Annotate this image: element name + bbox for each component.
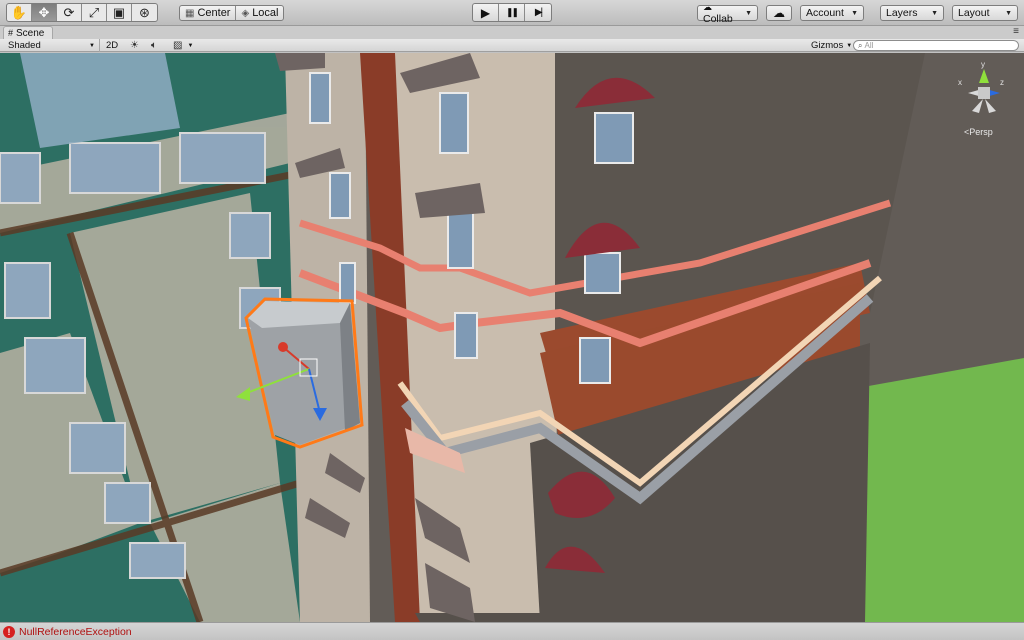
lighting-toggle[interactable]: ☀: [130, 39, 139, 52]
play-button[interactable]: ▶: [473, 4, 499, 21]
pivot-center-label: Center: [197, 7, 231, 19]
collab-dropdown[interactable]: ☁ Collab ▼: [697, 2, 758, 25]
account-dropdown[interactable]: Account ▼: [800, 5, 864, 21]
layers-dropdown[interactable]: Layers ▼: [880, 5, 944, 21]
step-button[interactable]: ▶|: [525, 4, 551, 21]
chevron-down-icon: ▼: [745, 9, 752, 17]
chevron-down-icon: ▼: [851, 9, 858, 17]
rotate-tool-button[interactable]: ⟳: [57, 4, 82, 21]
shading-mode-dropdown[interactable]: Shaded ▼: [8, 39, 100, 52]
pivot-center-button[interactable]: ▦ Center: [180, 6, 237, 20]
tab-menu-icon[interactable]: ≡: [1013, 26, 1019, 37]
scene-hash-icon: #: [8, 28, 14, 38]
status-bar[interactable]: ! NullReferenceException: [0, 622, 1024, 640]
pause-icon: ❚❚: [505, 7, 519, 17]
toggle-2d-label: 2D: [106, 40, 119, 51]
transform-tool-button[interactable]: ⊛: [132, 4, 157, 21]
chevron-down-icon: ▼: [187, 42, 194, 49]
transform-icon: ⊛: [139, 5, 150, 20]
move-tool-button[interactable]: ✥: [32, 4, 57, 21]
scene-toolbar: Shaded ▼ 2D ☀ 🔈︎ ▨ ▼ Gizmos ▼ ⌕ All: [0, 39, 1024, 52]
scene-search-input[interactable]: ⌕ All: [853, 40, 1019, 51]
pause-button[interactable]: ❚❚: [499, 4, 525, 21]
cube-icon: ◈: [241, 7, 250, 19]
scale-icon: ⤢: [88, 5, 100, 20]
chevron-down-icon: ▼: [931, 9, 938, 17]
layers-label: Layers: [886, 7, 918, 19]
pivot-controls: ▦ Center ◈ Local: [179, 5, 285, 21]
rect-icon: ▣: [112, 5, 126, 20]
projection-label: Persp: [969, 127, 993, 137]
play-icon: ▶: [480, 5, 491, 20]
chevron-down-icon: ▼: [1005, 9, 1012, 17]
search-placeholder: All: [864, 41, 874, 50]
gizmo-x-label: x: [958, 78, 962, 87]
hand-tool-button[interactable]: ✋: [7, 4, 32, 21]
step-icon: ▶|: [534, 7, 543, 18]
projection-toggle[interactable]: <Persp: [964, 127, 993, 137]
gizmo-y-label: y: [981, 60, 985, 69]
pivot-local-button[interactable]: ◈ Local: [236, 6, 283, 20]
scale-tool-button[interactable]: ⤢: [82, 4, 107, 21]
pivot-local-label: Local: [252, 7, 279, 19]
rotate-icon: ⟳: [63, 5, 75, 20]
x-axis-handle: [278, 342, 288, 352]
toggle-2d-button[interactable]: 2D: [106, 39, 118, 52]
tab-scene[interactable]: # Scene: [3, 26, 54, 39]
gizmos-label: Gizmos: [811, 40, 844, 51]
cloud-icon: ☁: [773, 6, 785, 20]
move-icon: ✥: [38, 5, 50, 20]
pivot-icon: ▦: [185, 7, 195, 19]
tab-scene-label: Scene: [16, 27, 45, 39]
layout-label: Layout: [958, 7, 990, 19]
playback-controls: ▶ ❚❚ ▶|: [472, 3, 552, 22]
scene-render: y z x: [0, 53, 1024, 622]
layout-dropdown[interactable]: Layout ▼: [952, 5, 1018, 21]
audio-toggle[interactable]: 🔈︎: [151, 39, 157, 52]
speaker-icon: 🔈︎: [151, 40, 157, 51]
search-icon: ⌕: [858, 40, 863, 50]
cloud-check-icon: ☁: [703, 2, 712, 12]
scene-tab-bar: # Scene ≡: [0, 26, 1024, 39]
scene-viewport[interactable]: y z x <Persp: [0, 53, 1024, 622]
collab-label: ☁ Collab: [703, 2, 733, 25]
sun-icon: ☀: [130, 40, 139, 51]
rect-tool-button[interactable]: ▣: [107, 4, 132, 21]
hand-icon: ✋: [10, 5, 28, 20]
account-label: Account: [806, 7, 844, 19]
status-message: NullReferenceException: [19, 625, 132, 638]
image-icon: ▨: [173, 40, 183, 51]
main-toolbar: ✋ ✥ ⟳ ⤢ ▣ ⊛ ▦ Center ◈ Local ▶ ❚❚ ▶| ☁ C…: [0, 0, 1024, 26]
transform-tools: ✋ ✥ ⟳ ⤢ ▣ ⊛: [6, 3, 158, 22]
gizmos-dropdown[interactable]: Gizmos ▼: [811, 39, 852, 52]
chevron-down-icon: ▼: [846, 42, 853, 49]
effects-dropdown[interactable]: ▨ ▼: [173, 39, 193, 52]
error-icon: !: [3, 625, 15, 638]
cloud-button[interactable]: ☁: [766, 5, 792, 21]
gizmo-z-label: z: [1000, 78, 1004, 87]
shading-mode-label: Shaded: [8, 40, 41, 51]
chevron-down-icon: ▼: [89, 42, 95, 49]
